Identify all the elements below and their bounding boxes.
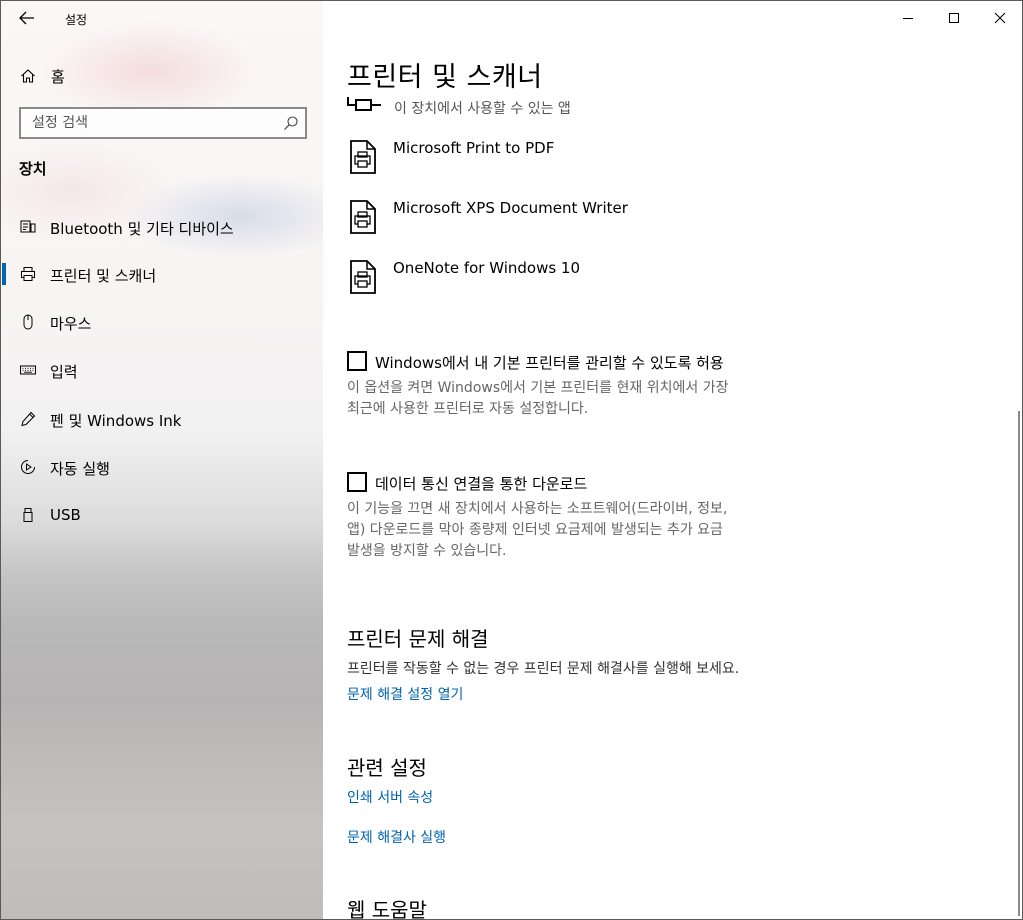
sidebar-item-label: 프린터 및 스캐너 — [50, 267, 157, 285]
default-printer-checkbox-row[interactable]: Windows에서 내 기본 프린터를 관리할 수 있도록 허용 — [347, 351, 867, 373]
home-icon — [21, 69, 35, 83]
troubleshoot-heading: 프린터 문제 해결 — [347, 627, 489, 651]
page-title: 프린터 및 스캐너 — [347, 62, 543, 93]
sidebar-item-typing[interactable]: 입력 — [1, 350, 323, 390]
printer-icon — [21, 267, 35, 281]
default-printer-checkbox[interactable] — [347, 351, 367, 371]
search-icon[interactable] — [283, 115, 299, 131]
metered-desc-1: 이 기능을 끄면 새 장치에서 사용하는 소프트웨어(드라이버, 정보, — [347, 501, 728, 517]
sidebar-item-label: 입력 — [50, 363, 78, 381]
default-printer-desc-2: 최근에 사용한 프린터로 자동 설정합니다. — [347, 401, 589, 417]
metered-desc-3: 발생을 방지할 수 있습니다. — [347, 543, 507, 559]
printer-name: Microsoft XPS Document Writer — [393, 199, 628, 217]
run-troubleshooter-link[interactable]: 문제 해결사 실행 — [347, 827, 446, 847]
troubleshoot-text: 프린터를 작동할 수 없는 경우 프린터 문제 해결사를 실행해 보세요. — [347, 661, 740, 677]
app-row-header: 이 장치에서 사용할 수 있는 앱 — [347, 97, 747, 117]
printer-item[interactable]: Microsoft XPS Document Writer — [347, 199, 847, 243]
print-server-properties-link[interactable]: 인쇄 서버 속성 — [347, 787, 433, 807]
close-icon — [994, 12, 1006, 24]
metered-desc-2: 앱) 다운로드를 막아 종량제 인터넷 요금제에 발생되는 추가 요금 — [347, 522, 723, 538]
content-pane: 프린터 및 스캐너 이 장치에서 사용할 수 있는 앱 Microsoft Pr… — [323, 1, 1022, 920]
sidebar-item-label: USB — [50, 506, 81, 524]
open-troubleshoot-link[interactable]: 문제 해결 설정 열기 — [347, 684, 463, 704]
printer-device-icon — [350, 260, 376, 294]
search-box — [19, 107, 307, 139]
maximize-button[interactable] — [931, 1, 977, 35]
autoplay-icon — [21, 460, 35, 474]
bluetooth-devices-icon — [20, 220, 36, 233]
printer-item[interactable]: Microsoft Print to PDF — [347, 139, 847, 183]
printer-item[interactable]: OneNote for Windows 10 — [347, 259, 847, 303]
home-label: 홈 — [51, 68, 65, 86]
minimize-icon — [903, 18, 913, 19]
printer-name: OneNote for Windows 10 — [393, 259, 581, 277]
web-help-heading: 웹 도움말 — [347, 898, 427, 920]
app-row-label: 이 장치에서 사용할 수 있는 앱 — [394, 101, 571, 117]
sidebar-item-label: 자동 실행 — [50, 460, 110, 478]
maximize-icon — [949, 13, 959, 23]
sidebar-item-label: Bluetooth 및 기타 디바이스 — [50, 220, 234, 238]
sidebar: 설정 홈 장치 Bluetooth 및 기타 디바이스 — [1, 1, 323, 919]
title-bar-left: 설정 — [1, 1, 323, 35]
sidebar-item-mouse[interactable]: 마우스 — [1, 302, 323, 342]
usb-icon — [23, 508, 33, 522]
search-input[interactable] — [21, 109, 305, 137]
minimize-button[interactable] — [885, 1, 931, 35]
sidebar-item-label: 펜 및 Windows Ink — [50, 412, 182, 430]
back-button[interactable] — [13, 7, 41, 29]
sidebar-item-label: 마우스 — [50, 315, 92, 333]
sidebar-item-bluetooth[interactable]: Bluetooth 및 기타 디바이스 — [1, 207, 323, 247]
section-title: 장치 — [19, 160, 47, 178]
mouse-icon — [23, 314, 33, 330]
metered-download-checkbox-row[interactable]: 데이터 통신 연결을 통한 다운로드 — [347, 472, 867, 494]
sidebar-item-usb[interactable]: USB — [1, 495, 323, 535]
pen-icon — [21, 411, 36, 427]
metered-download-label: 데이터 통신 연결을 통한 다운로드 — [375, 475, 588, 493]
default-printer-desc-1: 이 옵션을 켜면 Windows에서 기본 프린터를 현재 위치에서 가장 — [347, 380, 729, 396]
sidebar-item-autoplay[interactable]: 자동 실행 — [1, 447, 323, 487]
sidebar-item-home[interactable]: 홈 — [1, 59, 323, 93]
sidebar-item-pen[interactable]: 펜 및 Windows Ink — [1, 399, 323, 439]
metered-download-checkbox[interactable] — [347, 472, 367, 492]
sidebar-item-printers[interactable]: 프린터 및 스캐너 — [1, 254, 323, 294]
close-button[interactable] — [977, 1, 1022, 35]
printer-name: Microsoft Print to PDF — [393, 139, 555, 157]
keyboard-icon — [20, 365, 36, 375]
scrollbar[interactable] — [1018, 411, 1020, 916]
printer-device-icon — [350, 140, 376, 174]
app-title: 설정 — [65, 13, 88, 27]
device-apps-icon — [347, 97, 381, 111]
default-printer-label: Windows에서 내 기본 프린터를 관리할 수 있도록 허용 — [375, 354, 724, 372]
related-settings-heading: 관련 설정 — [347, 756, 427, 780]
printer-device-icon — [350, 200, 376, 234]
settings-window: 설정 홈 장치 Bluetooth 및 기타 디바이스 — [0, 0, 1023, 920]
back-arrow-icon — [19, 11, 34, 25]
active-indicator — [2, 263, 6, 285]
